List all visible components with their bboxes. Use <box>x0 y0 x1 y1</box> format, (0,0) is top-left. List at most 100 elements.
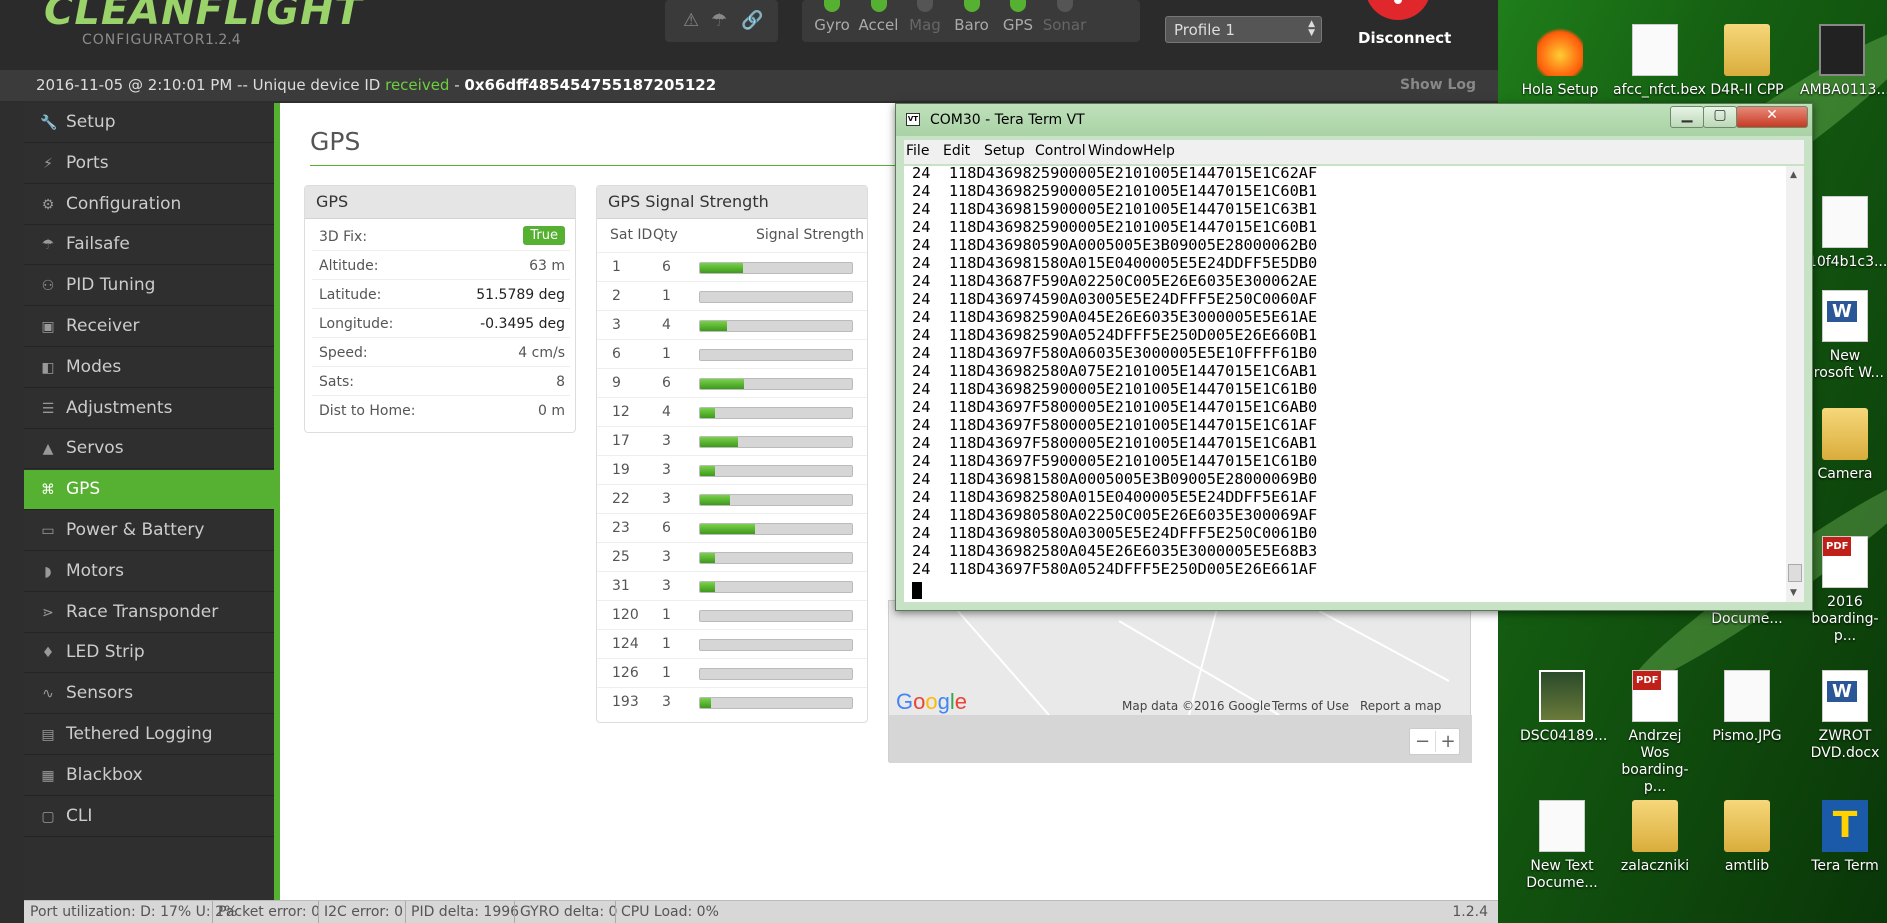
app-header: CLEANFLIGHT CONFIGURATOR 1.2.4 ⚠ ☂ 🔗 Gyr… <box>0 0 1498 70</box>
sensor-accel: Accel <box>853 0 905 34</box>
profile-select[interactable]: Profile 1 ▲ ▼ <box>1165 16 1322 43</box>
gps-row: Latitude: 51.5789 deg <box>319 287 565 303</box>
gps-row-value: 8 <box>556 374 565 390</box>
menu-edit[interactable]: Edit <box>943 143 970 159</box>
desktop-icon[interactable]: amtlib <box>1705 800 1789 875</box>
sat-id: 12 <box>612 404 630 420</box>
sat-id: 25 <box>612 549 630 565</box>
teraterm-titlebar[interactable]: VT COM30 - Tera Term VT ▁ ▢ ✕ <box>896 104 1812 136</box>
terminal-line: 24 118D436982580A075E2101005E1447015E1C6… <box>912 362 1318 380</box>
menu-setup[interactable]: Setup <box>984 143 1025 159</box>
log-prefix: 2016-11-05 @ 2:10:01 PM -- Unique device… <box>36 76 386 94</box>
profile-select-value: Profile 1 <box>1174 21 1235 39</box>
menu-window[interactable]: Window <box>1088 143 1143 159</box>
nav-item-adjustments[interactable]: ☰ Adjustments <box>24 389 274 429</box>
nav-item-power-battery[interactable]: ▭ Power & Battery <box>24 511 274 551</box>
nav-item-cli[interactable]: ▢ CLI <box>24 797 274 837</box>
log-dash: - <box>449 76 465 94</box>
gps-map[interactable]: Google Map data ©2016 Google Terms of Us… <box>888 600 1472 763</box>
show-log-button[interactable]: Show Log <box>1400 77 1476 93</box>
nav-item-label: Race Transponder <box>66 601 219 622</box>
desktop-icon[interactable]: Pismo.JPG <box>1705 670 1789 745</box>
nav-item-modes[interactable]: ◧ Modes <box>24 348 274 388</box>
word-file-icon <box>1822 290 1868 342</box>
folder-file-icon <box>1724 800 1770 852</box>
signal-strength-bar <box>699 494 853 506</box>
teraterm-app-icon: VT <box>906 113 920 126</box>
scroll-up-icon[interactable]: ▲ <box>1790 170 1797 180</box>
photo-file-icon <box>1539 670 1585 722</box>
nav-item-blackbox[interactable]: ▦ Blackbox <box>24 756 274 796</box>
nav-item-label: Modes <box>66 356 122 377</box>
sat-qty: 1 <box>662 607 671 623</box>
desktop-icon[interactable]: D4R-II CPP <box>1705 24 1789 99</box>
terminal-scrollbar[interactable]: ▲ ▼ <box>1786 166 1804 602</box>
satellite-row: 96 <box>597 368 867 397</box>
scroll-thumb[interactable] <box>1788 564 1802 582</box>
terminal-line: 24 118D43687F590A02250C005E26E6035E30006… <box>912 272 1318 290</box>
wrench-icon: 🔧 <box>40 115 58 131</box>
nav-item-tethered-logging[interactable]: ▤ Tethered Logging <box>24 715 274 755</box>
desktop-icon[interactable]: Hola Setup <box>1518 24 1602 99</box>
gps-row-value: -0.3495 deg <box>480 316 565 332</box>
maximize-button[interactable]: ▢ <box>1703 106 1737 128</box>
teraterm-window: VT COM30 - Tera Term VT ▁ ▢ ✕ File Edit Se… <box>895 103 1813 611</box>
row-divider <box>312 250 570 251</box>
desktop-icon[interactable]: Camera <box>1803 408 1887 483</box>
terminal-line: 24 118D436982580A045E26E6035E3000005E5E6… <box>912 542 1318 560</box>
sat-id: 22 <box>612 491 630 507</box>
sat-id: 31 <box>612 578 630 594</box>
desktop-icon[interactable]: T Tera Term <box>1803 800 1887 875</box>
desktop-icon[interactable]: ZWROT DVD.docx <box>1803 670 1887 762</box>
desktop-icon[interactable]: afcc_nfct.bex <box>1613 24 1706 99</box>
terminal-output[interactable]: 24 118D4369825900005E2101005E1447015E1C6… <box>904 166 1786 602</box>
desktop-icon[interactable]: f10f4b1c3... <box>1803 196 1887 271</box>
desktop-icon[interactable]: 2016 boarding-p... <box>1803 536 1887 645</box>
nav-item-configuration[interactable]: ⚙ Configuration <box>24 185 274 225</box>
menu-help[interactable]: Help <box>1143 143 1175 159</box>
desktop-icon[interactable]: AMBA0113... <box>1800 24 1887 99</box>
sensor-baro: Baro <box>946 0 998 34</box>
disconnect-icon[interactable] <box>1365 0 1431 20</box>
signal-strength-fill <box>700 553 716 563</box>
desktop-icon[interactable]: Andrzej Wos boarding-p... <box>1613 670 1697 796</box>
nav-item-failsafe[interactable]: ☂ Failsafe <box>24 225 274 266</box>
signal-strength-fill <box>700 582 716 592</box>
nav-item-receiver[interactable]: ▣ Receiver <box>24 307 274 347</box>
desktop-icon[interactable]: DSC04189... <box>1520 670 1607 745</box>
zoom-in-button[interactable]: + <box>1435 731 1460 752</box>
device-id: 0x66dff485454755187205122 <box>464 76 717 94</box>
desktop-icon-label: Camera <box>1817 466 1873 482</box>
baro-sensor-icon <box>963 0 980 12</box>
sensor-gps: GPS <box>992 0 1044 34</box>
nav-item-led-strip[interactable]: ♦ LED Strip <box>24 633 274 674</box>
sensor-label: Sonar <box>1042 16 1087 34</box>
nav-item-pid-tuning[interactable]: ⚇ PID Tuning <box>24 266 274 307</box>
nav-item-motors[interactable]: ◗ Motors <box>24 552 274 592</box>
menu-control[interactable]: Control <box>1035 143 1086 159</box>
desktop-icon[interactable]: New Text Docume... <box>1520 800 1604 892</box>
scroll-down-icon[interactable]: ▼ <box>1790 588 1797 598</box>
status-item: Packet error: 0 <box>218 904 320 920</box>
signal-strength-fill <box>700 321 728 331</box>
status-icons: ⚠ ☂ 🔗 <box>665 0 778 42</box>
nav-item-servos[interactable]: ▲ Servos <box>24 429 274 470</box>
menu-file[interactable]: File <box>906 143 929 159</box>
nav-item-race-transponder[interactable]: ⋗ Race Transponder <box>24 593 274 633</box>
nav-item-setup[interactable]: 🔧 Setup <box>24 103 274 143</box>
terms-of-use-link[interactable]: Terms of Use <box>1272 699 1349 713</box>
disconnect-button[interactable]: Disconnect <box>1358 29 1451 47</box>
close-button[interactable]: ✕ <box>1736 106 1808 128</box>
terminal-line: 24 118D43697F5800005E2101005E1447015E1C6… <box>912 416 1318 434</box>
receiver-icon: ▣ <box>41 319 55 335</box>
nav-item-label: GPS <box>66 479 101 500</box>
satellite-row: 21 <box>597 281 867 310</box>
nav-item-ports[interactable]: ⚡ Ports <box>24 144 274 184</box>
zoom-out-button[interactable]: − <box>1410 731 1435 752</box>
desktop-icon[interactable]: zalaczniki <box>1613 800 1697 875</box>
nav-item-sensors[interactable]: ∿ Sensors <box>24 674 274 715</box>
desktop-icon[interactable]: New crosoft W... <box>1803 290 1887 382</box>
terminal-line: 24 118D43697F5800005E2101005E1447015E1C6… <box>912 398 1318 416</box>
minimize-button[interactable]: ▁ <box>1670 106 1704 128</box>
nav-item-gps[interactable]: ⌘ GPS <box>24 470 274 511</box>
